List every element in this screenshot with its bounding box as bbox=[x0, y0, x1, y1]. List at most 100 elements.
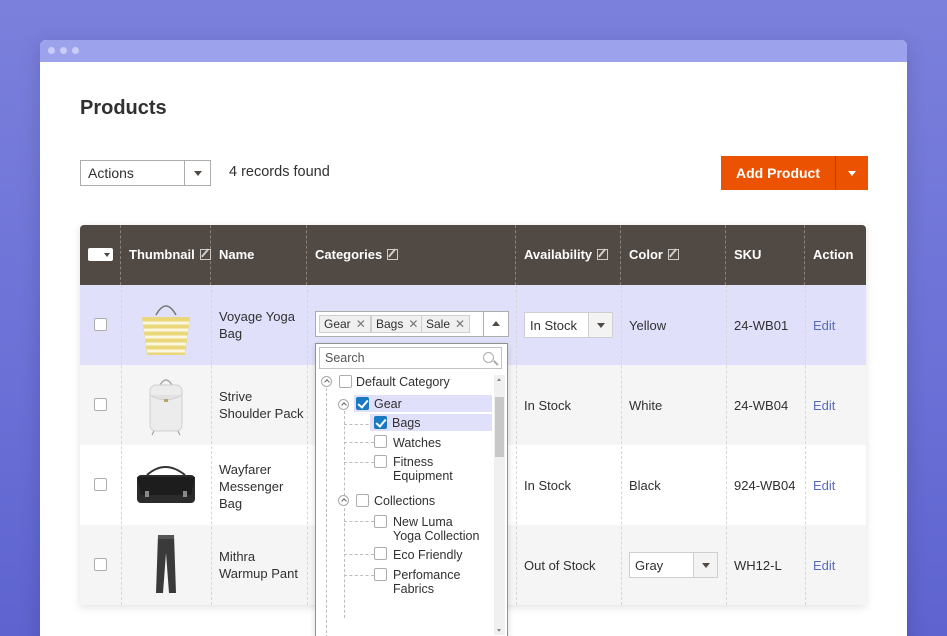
mass-select-column[interactable] bbox=[80, 225, 121, 285]
color-select[interactable]: Gray bbox=[629, 552, 718, 578]
column-availability[interactable]: Availability bbox=[516, 225, 621, 285]
column-thumbnail[interactable]: Thumbnail bbox=[121, 225, 211, 285]
window-dot bbox=[48, 47, 55, 54]
add-product-button[interactable]: Add Product bbox=[721, 156, 868, 190]
tree-item-bags[interactable]: Bags bbox=[392, 416, 421, 430]
tree-item-performance-fabrics[interactable]: Perfomance Fabrics bbox=[393, 568, 460, 596]
actions-dropdown[interactable]: Actions bbox=[80, 160, 211, 186]
row-checkbox[interactable] bbox=[94, 558, 107, 571]
tree-item-collections[interactable]: Collections bbox=[374, 494, 435, 508]
row-checkbox[interactable] bbox=[94, 478, 107, 491]
categories-multiselect[interactable]: Gear ✕ Bags ✕ Sale ✕ bbox=[315, 311, 509, 337]
edit-icon[interactable] bbox=[667, 249, 679, 260]
actions-label: Actions bbox=[88, 165, 134, 181]
column-name[interactable]: Name bbox=[211, 225, 307, 285]
column-label: Color bbox=[629, 247, 663, 262]
tree-highlight bbox=[370, 414, 492, 431]
availability-value: In Stock bbox=[524, 398, 571, 413]
scroll-down-icon[interactable] bbox=[497, 629, 501, 632]
chevron-up-icon[interactable] bbox=[483, 312, 508, 336]
category-tag[interactable]: Sale ✕ bbox=[421, 315, 471, 333]
add-product-menu-toggle[interactable] bbox=[836, 156, 868, 190]
category-tree-dropdown[interactable]: Search Default Category Gear Bags Watche… bbox=[315, 343, 508, 636]
sku-value: 924-WB04 bbox=[734, 478, 796, 493]
tree-checkbox[interactable] bbox=[374, 568, 387, 581]
pant-thumbnail bbox=[156, 535, 176, 593]
sku-value: 24-WB04 bbox=[734, 398, 789, 413]
edit-icon[interactable] bbox=[199, 249, 211, 260]
category-tag[interactable]: Gear ✕ bbox=[319, 315, 371, 333]
color-value: White bbox=[629, 398, 663, 413]
remove-tag-icon[interactable]: ✕ bbox=[408, 317, 418, 331]
availability-value: In Stock bbox=[530, 318, 577, 333]
column-label: Action bbox=[813, 247, 854, 262]
tree-checkbox[interactable] bbox=[374, 515, 387, 528]
tree-item-eco-friendly[interactable]: Eco Friendly bbox=[393, 548, 462, 562]
column-sku[interactable]: SKU bbox=[726, 225, 805, 285]
search-icon bbox=[483, 352, 494, 363]
chevron-down-icon[interactable] bbox=[693, 553, 717, 577]
collapse-toggle-icon[interactable] bbox=[321, 376, 332, 387]
edit-link[interactable]: Edit bbox=[813, 477, 835, 494]
column-categories[interactable]: Categories bbox=[307, 225, 516, 285]
tree-checkbox[interactable] bbox=[374, 435, 387, 448]
sku-value: WH12-L bbox=[734, 558, 782, 573]
edit-icon[interactable] bbox=[387, 249, 399, 260]
edit-icon[interactable] bbox=[597, 249, 609, 260]
sku-value: 24-WB01 bbox=[734, 318, 789, 333]
product-name: Strive Shoulder Pack bbox=[219, 389, 304, 421]
title-bar bbox=[40, 40, 907, 62]
messenger-thumbnail bbox=[137, 466, 195, 503]
column-color[interactable]: Color bbox=[621, 225, 726, 285]
tree-checkbox[interactable] bbox=[374, 547, 387, 560]
tree-item-default-category[interactable]: Default Category bbox=[356, 375, 450, 389]
edit-link[interactable]: Edit bbox=[813, 397, 835, 414]
tree-item-gear[interactable]: Gear bbox=[374, 397, 402, 411]
search-placeholder: Search bbox=[325, 351, 365, 365]
column-label: Categories bbox=[315, 247, 383, 262]
product-name: Wayfarer Messenger Bag bbox=[219, 462, 284, 511]
collapse-toggle-icon[interactable] bbox=[338, 399, 349, 410]
chevron-down-icon[interactable] bbox=[184, 161, 210, 185]
remove-tag-icon[interactable]: ✕ bbox=[455, 317, 465, 331]
page-title: Products bbox=[80, 97, 167, 119]
category-search-input[interactable]: Search bbox=[319, 347, 502, 369]
chevron-down-icon bbox=[848, 171, 856, 176]
tree-checkbox[interactable] bbox=[356, 397, 369, 410]
edit-link[interactable]: Edit bbox=[813, 317, 835, 334]
grid-header: Thumbnail Name Categories Availability C… bbox=[80, 225, 866, 285]
backpack-thumbnail bbox=[149, 379, 183, 436]
app-window: Products Actions 4 records found Add Pro… bbox=[40, 40, 907, 636]
scroll-thumb[interactable] bbox=[495, 397, 504, 457]
tree-checkbox[interactable] bbox=[374, 416, 387, 429]
bag-thumbnail bbox=[142, 305, 190, 355]
column-label: Name bbox=[219, 247, 255, 262]
tree-scrollbar[interactable] bbox=[494, 375, 505, 635]
availability-value: Out of Stock bbox=[524, 558, 596, 573]
collapse-toggle-icon[interactable] bbox=[338, 495, 349, 506]
chevron-down-icon[interactable] bbox=[588, 313, 612, 337]
row-checkbox[interactable] bbox=[94, 398, 107, 411]
edit-link[interactable]: Edit bbox=[813, 557, 835, 574]
scroll-up-icon[interactable] bbox=[497, 378, 501, 381]
column-action: Action bbox=[805, 225, 866, 285]
add-product-label: Add Product bbox=[736, 165, 820, 181]
availability-select[interactable]: In Stock bbox=[524, 312, 613, 338]
records-count: 4 records found bbox=[229, 164, 330, 180]
tree-item-watches[interactable]: Watches bbox=[393, 436, 441, 450]
category-tag[interactable]: Bags ✕ bbox=[371, 315, 424, 333]
availability-value: In Stock bbox=[524, 478, 571, 493]
row-checkbox[interactable] bbox=[94, 318, 107, 331]
window-dot bbox=[60, 47, 67, 54]
tree-checkbox[interactable] bbox=[374, 455, 387, 468]
column-label: SKU bbox=[734, 247, 762, 262]
tree-item-fitness-equipment[interactable]: Fitness Equipment bbox=[393, 455, 453, 483]
color-value: Black bbox=[629, 478, 661, 493]
tree-item-new-luma-yoga-collection[interactable]: New Luma Yoga Collection bbox=[393, 515, 479, 543]
tree-checkbox[interactable] bbox=[339, 375, 352, 388]
mass-select-checkbox[interactable] bbox=[88, 248, 113, 261]
color-value: Gray bbox=[635, 558, 664, 573]
remove-tag-icon[interactable]: ✕ bbox=[356, 317, 366, 331]
tree-checkbox[interactable] bbox=[356, 494, 369, 507]
window-dot bbox=[72, 47, 79, 54]
